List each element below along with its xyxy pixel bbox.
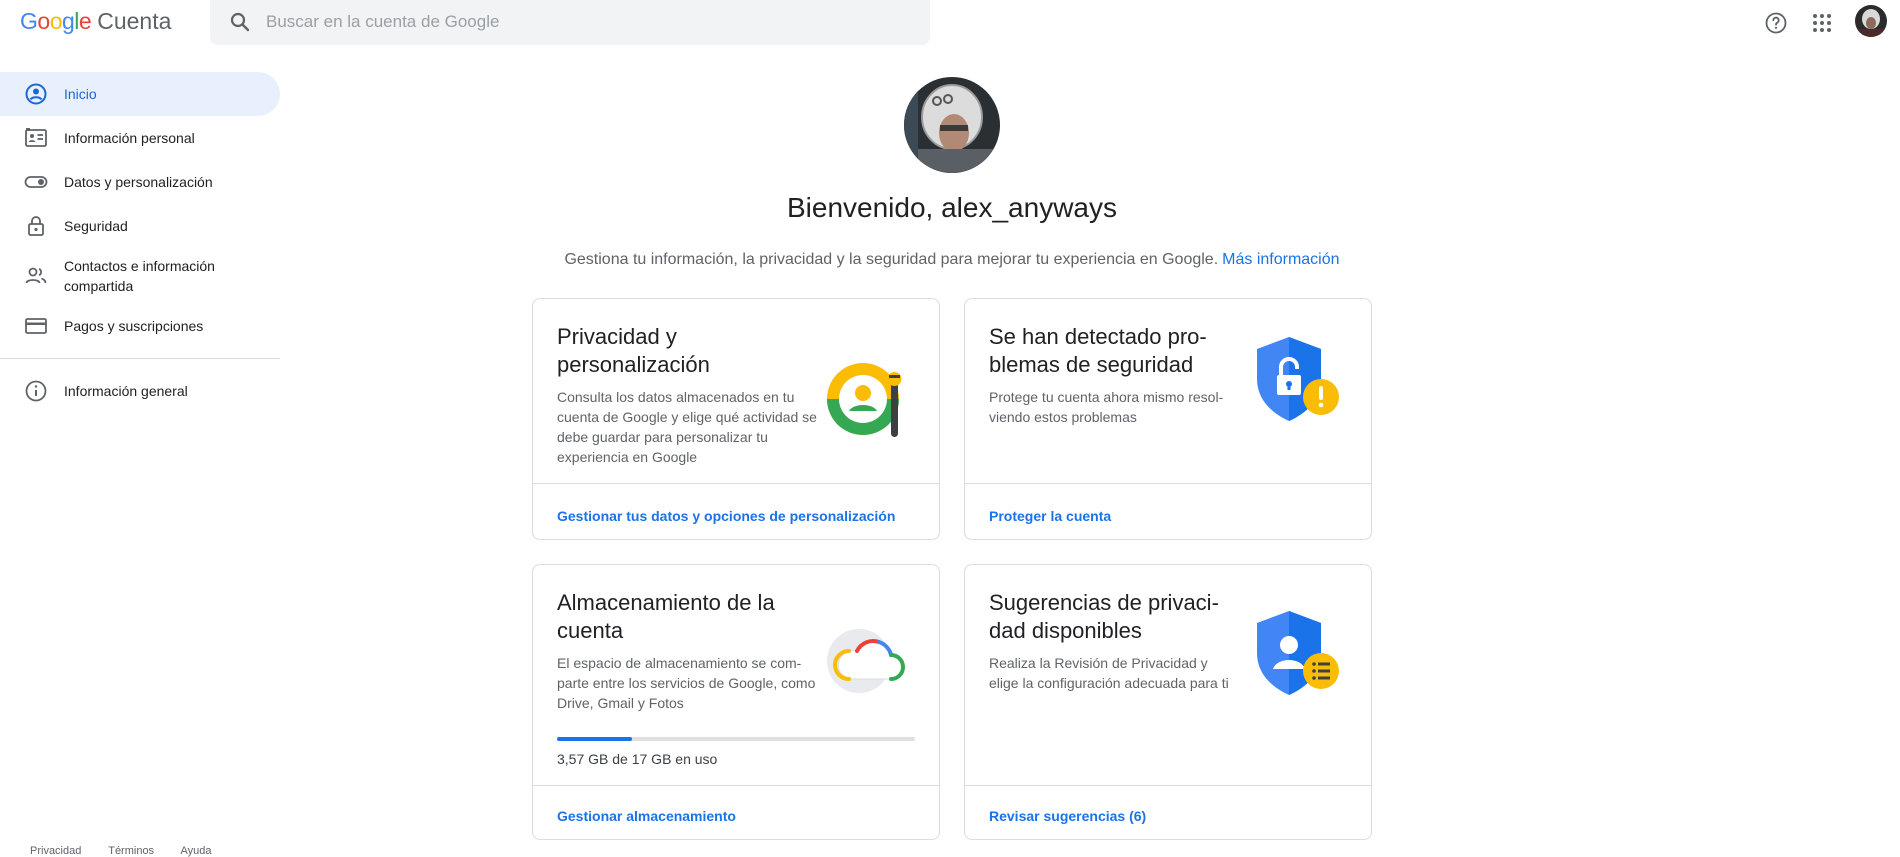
footer-link-privacidad[interactable]: Privacidad: [30, 845, 81, 857]
subtitle-text: Gestiona tu información, la privacidad y…: [564, 251, 1219, 268]
privacy-checkup-shield-illustration: [1257, 611, 1339, 695]
manage-data-personalization-link[interactable]: Gestionar tus datos y opciones de person…: [557, 508, 895, 524]
card-description: Realiza la Revisión de Privacidad y elig…: [989, 655, 1229, 691]
card-title: Privacidad y personalización: [557, 324, 710, 377]
storage-progress-bar: [557, 737, 915, 741]
apps-icon[interactable]: [1808, 9, 1836, 37]
sidebar-item-label: Pagos y suscripciones: [64, 318, 204, 334]
storage-card: Almacenamiento de la cuenta El espacio d…: [532, 564, 940, 840]
sidebar-item-label: Información personal: [64, 130, 195, 146]
logo-letter: e: [78, 8, 92, 34]
search-icon[interactable]: [228, 10, 252, 34]
card-description: Protege tu cuenta ahora mismo resol- vie…: [989, 389, 1224, 425]
profile-picture[interactable]: [904, 77, 1000, 173]
manage-storage-link[interactable]: Gestionar almacenamiento: [557, 808, 736, 824]
card-title: Almacenamiento de la cuenta: [557, 590, 775, 643]
sidebar-item-pagos[interactable]: Pagos y suscripciones: [0, 304, 280, 348]
card-divider: [965, 483, 1371, 484]
logo-letter: g: [61, 8, 75, 34]
info-icon: [25, 380, 47, 402]
security-shield-illustration: [1257, 337, 1339, 421]
sidebar-item-informacion-general[interactable]: Información general: [0, 369, 280, 413]
footer-link-terminos[interactable]: Términos: [108, 845, 154, 857]
help-icon[interactable]: [1762, 9, 1790, 37]
welcome-subtitle: Gestiona tu información, la privacidad y…: [432, 251, 1472, 269]
card-divider: [533, 785, 939, 786]
more-info-link[interactable]: Más información: [1222, 251, 1339, 268]
sidebar-item-contactos[interactable]: Contactos e información compartida: [0, 248, 280, 304]
sidebar-divider: [0, 358, 280, 359]
sidebar-item-seguridad[interactable]: Seguridad: [0, 204, 280, 248]
privacy-illustration: [827, 363, 902, 437]
protect-account-link[interactable]: Proteger la cuenta: [989, 508, 1111, 524]
account-avatar[interactable]: [1855, 5, 1887, 37]
lock-icon: [28, 216, 44, 236]
sidebar-item-label: Inicio: [64, 86, 97, 102]
sidebar-item-label: Contactos e información compartida: [64, 258, 215, 294]
logo-letter: G: [20, 8, 38, 34]
id-card-icon: [25, 128, 47, 147]
sidebar-item-informacion-personal[interactable]: Información personal: [0, 116, 280, 160]
card-description: El espacio de almacenamiento se com- par…: [557, 655, 816, 711]
toggle-icon: [24, 176, 48, 188]
top-bar: Google Cuenta: [0, 0, 1900, 46]
people-icon: [25, 267, 47, 284]
privacy-suggestions-card: Sugerencias de privaci- dad disponibles …: [964, 564, 1372, 840]
search-bar[interactable]: [210, 0, 930, 45]
security-card: Se han detectado pro- blemas de segurida…: [964, 298, 1372, 540]
footer-links: Privacidad Términos Ayuda: [30, 845, 236, 857]
logo-letter: o: [49, 8, 63, 34]
storage-progress-fill: [557, 737, 633, 741]
card-title: Sugerencias de privaci- dad disponibles: [989, 590, 1219, 643]
product-name: Cuenta: [97, 8, 172, 34]
google-account-logo[interactable]: Google Cuenta: [20, 8, 171, 35]
home-icon: [25, 83, 47, 105]
sidebar-item-datos-personalizacion[interactable]: Datos y personalización: [0, 160, 280, 204]
card-divider: [965, 785, 1371, 786]
review-suggestions-link[interactable]: Revisar sugerencias (6): [989, 808, 1146, 824]
cloud-illustration: [827, 629, 905, 693]
logo-letter: o: [37, 8, 50, 34]
storage-usage-text: 3,57 GB de 17 GB en uso: [557, 751, 718, 767]
card-title: Se han detectado pro- blemas de segurida…: [989, 324, 1207, 377]
credit-card-icon: [25, 318, 47, 334]
sidebar-item-label: Seguridad: [64, 218, 128, 234]
footer-link-ayuda[interactable]: Ayuda: [181, 845, 212, 857]
sidebar-item-label: Datos y personalización: [64, 174, 213, 190]
welcome-heading: Bienvenido, alex_anyways: [787, 192, 1117, 223]
privacy-card: Privacidad y personalización Consulta lo…: [532, 298, 940, 540]
search-input[interactable]: [266, 6, 906, 38]
card-description: Consulta los datos almacenados en tu cue…: [557, 389, 817, 465]
sidebar-item-inicio[interactable]: Inicio: [0, 72, 280, 116]
sidebar-item-label: Información general: [64, 383, 188, 399]
card-divider: [533, 483, 939, 484]
sidebar-nav: Inicio Información personal Datos y pers…: [0, 72, 280, 413]
